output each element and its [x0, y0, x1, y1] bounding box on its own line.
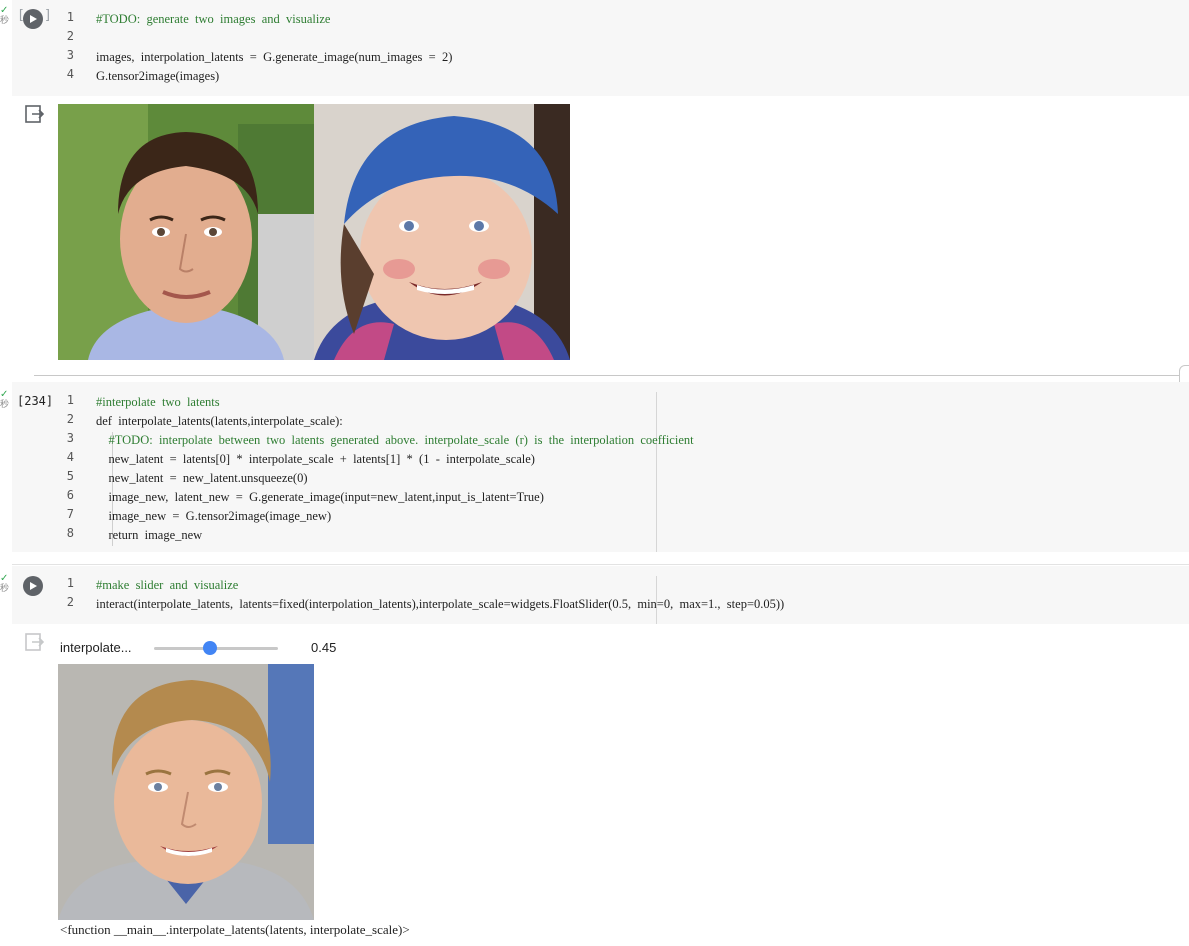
- line-number: 1: [66, 10, 74, 24]
- line-number: 4: [66, 67, 74, 81]
- interpolated-face-image: [58, 664, 314, 920]
- check-icon: ✓: [0, 389, 9, 400]
- line-number: 2: [66, 29, 74, 43]
- cell-2-status: ✓ 秒: [0, 389, 12, 411]
- generated-face-image-2: [314, 104, 570, 360]
- line-number: 3: [66, 431, 74, 445]
- slider-value[interactable]: 0.45: [311, 640, 336, 655]
- code-line: #TODO: generate two images and visualize: [96, 12, 331, 26]
- cell-divider: [34, 375, 1179, 376]
- line-number: 8: [66, 526, 74, 540]
- code-line: image_new, latent_new = G.generate_image…: [96, 490, 544, 504]
- output-repr-text: <function __main__.interpolate_latents(l…: [60, 922, 410, 937]
- code-line: return image_new: [96, 528, 203, 542]
- code-line: new_latent = new_latent.unsqueeze(0): [96, 471, 308, 485]
- run-button[interactable]: [23, 9, 43, 29]
- column-ruler: [656, 392, 657, 552]
- line-number: 1: [66, 576, 74, 590]
- line-number: 2: [66, 595, 74, 609]
- code-line: interact(interpolate_latents, latents=fi…: [96, 597, 785, 611]
- generated-face-image-1: [58, 104, 314, 360]
- code-line: new_latent = latents[0] * interpolate_sc…: [96, 452, 535, 466]
- code-line: #make slider and visualize: [96, 578, 239, 592]
- run-icon: [30, 582, 37, 590]
- check-icon: ✓: [0, 5, 9, 16]
- check-icon: ✓: [0, 573, 9, 584]
- run-icon: [30, 15, 37, 23]
- code-line: image_new = G.tensor2image(image_new): [96, 509, 332, 523]
- run-button[interactable]: [23, 576, 43, 596]
- output-toggle-icon[interactable]: [24, 632, 44, 652]
- code-line: #interpolate two latents: [96, 395, 220, 409]
- line-number: 6: [66, 488, 74, 502]
- cell-1-status: ✓ 秒: [0, 5, 12, 27]
- line-number: 3: [66, 48, 74, 62]
- line-number: 2: [66, 412, 74, 426]
- code-line: def interpolate_latents(latents,interpol…: [96, 414, 343, 428]
- line-number: 7: [66, 507, 74, 521]
- execution-count: [234]: [17, 394, 54, 408]
- code-line: images, interpolation_latents = G.genera…: [96, 50, 453, 64]
- code-line: G.tensor2image(images): [96, 69, 220, 83]
- slider-label: interpolate...: [60, 640, 132, 655]
- line-number: 4: [66, 450, 74, 464]
- line-number: 1: [66, 393, 74, 407]
- cell-separator: [12, 564, 1189, 565]
- code-line: #TODO: interpolate between two latents g…: [96, 433, 694, 447]
- slider-thumb[interactable]: [202, 641, 217, 655]
- output-toggle-icon[interactable]: [24, 104, 44, 124]
- line-number: 5: [66, 469, 74, 483]
- cell-3-status: ✓ 秒: [0, 573, 12, 595]
